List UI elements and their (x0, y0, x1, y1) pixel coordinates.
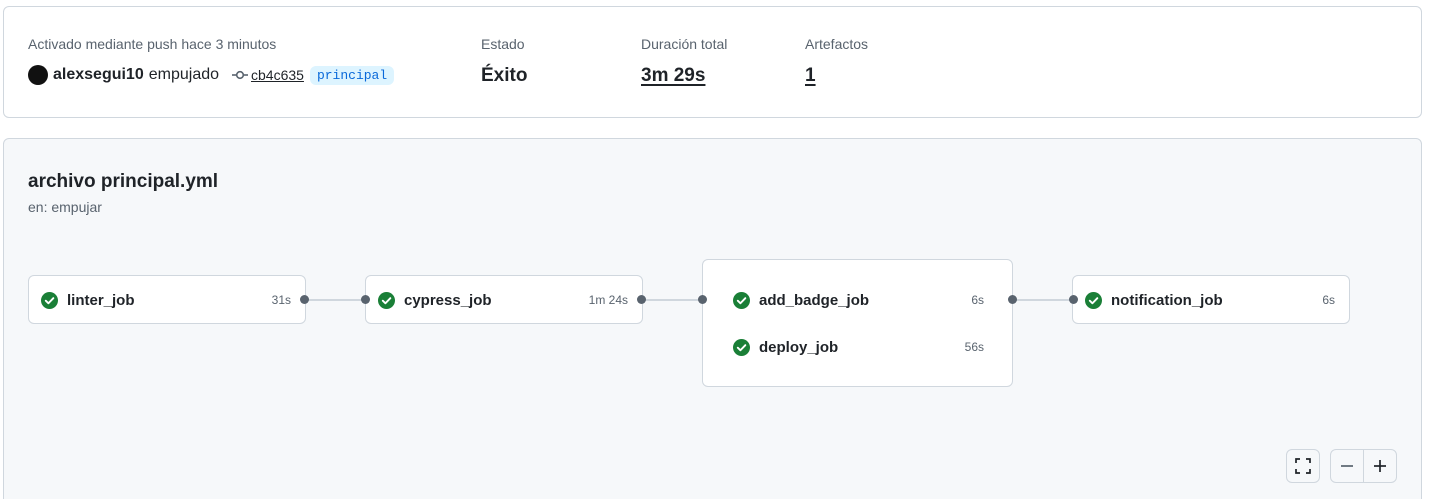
connector-dot (1008, 295, 1017, 304)
job-name[interactable]: deploy_job (759, 339, 838, 356)
git-commit-icon (231, 67, 249, 83)
branch-badge[interactable]: principal (309, 65, 395, 85)
job-row[interactable]: cypress_job 1m 24s (378, 288, 628, 312)
plus-icon (1374, 460, 1386, 472)
workflow-title: archivo principal.yml (28, 171, 219, 192)
artifacts-count-link[interactable]: 1 (805, 65, 816, 87)
fullscreen-button[interactable] (1286, 449, 1320, 483)
connector-dot (300, 295, 309, 304)
commit-sha-link[interactable]: cb4c635 (251, 67, 304, 83)
trigger-details: alexsegui10 empujado cb4c635 principal (28, 65, 395, 85)
status-label: Estado (481, 36, 525, 52)
job-duration: 6s (971, 293, 984, 307)
connector-line (1013, 299, 1073, 301)
connector-line (306, 299, 366, 301)
trigger-label: Activado mediante push hace 3 minutos (28, 36, 277, 52)
check-circle-icon (41, 291, 58, 309)
fullscreen-icon (1295, 458, 1311, 474)
zoom-out-button[interactable] (1330, 449, 1364, 483)
job-name[interactable]: linter_job (67, 292, 135, 309)
duration-label: Duración total (641, 36, 728, 52)
check-circle-icon (1085, 291, 1102, 309)
job-row[interactable]: notification_job 6s (1085, 288, 1335, 312)
minus-icon (1341, 465, 1353, 467)
job-group-card: add_badge_job 6s deploy_job 56s (702, 259, 1013, 387)
username-link[interactable]: alexsegui10 (53, 66, 144, 84)
job-duration: 56s (964, 340, 984, 354)
job-name[interactable]: notification_job (1111, 292, 1223, 309)
avatar[interactable] (28, 65, 48, 85)
job-duration: 31s (271, 293, 291, 307)
status-value: Éxito (481, 65, 528, 86)
connector-dot (1069, 295, 1078, 304)
check-circle-icon (733, 338, 750, 356)
job-name[interactable]: cypress_job (404, 292, 492, 309)
job-row[interactable]: deploy_job 56s (733, 335, 984, 359)
action-text: empujado (148, 66, 220, 83)
connector-line (643, 299, 703, 301)
job-card-linter[interactable]: linter_job 31s (28, 275, 306, 324)
job-card-cypress[interactable]: cypress_job 1m 24s (365, 275, 643, 324)
artifacts-label: Artefactos (805, 36, 869, 52)
workflow-graph-panel: archivo principal.yml en: empujar linter… (3, 138, 1422, 499)
run-summary-card: Activado mediante push hace 3 minutos al… (3, 6, 1422, 118)
connector-dot (698, 295, 707, 304)
duration-link[interactable]: 3m 29s (641, 65, 705, 87)
job-duration: 6s (1322, 293, 1335, 307)
zoom-in-button[interactable] (1363, 449, 1397, 483)
job-card-notification[interactable]: notification_job 6s (1072, 275, 1350, 324)
job-duration: 1m 24s (588, 293, 628, 307)
workflow-trigger: en: empujar (28, 199, 102, 215)
job-name[interactable]: add_badge_job (759, 292, 869, 309)
check-circle-icon (733, 291, 750, 309)
connector-dot (361, 295, 370, 304)
connector-dot (637, 295, 646, 304)
job-row[interactable]: linter_job 31s (41, 288, 291, 312)
check-circle-icon (378, 291, 395, 309)
job-row[interactable]: add_badge_job 6s (733, 288, 984, 312)
